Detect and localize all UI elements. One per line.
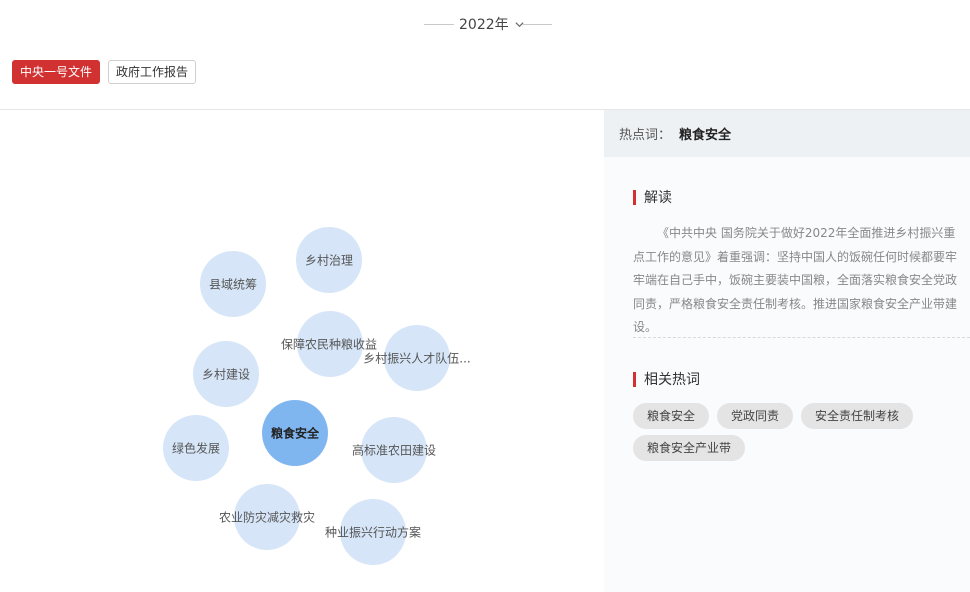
tab-central-document[interactable]: 中央一号文件 xyxy=(12,60,101,84)
keyword-bubble-cloud: 乡村治理 县域统筹 保障农民种粮收益 乡村振兴人才队伍... 乡村建设 绿色发展… xyxy=(0,110,604,592)
year-label: 2022年 xyxy=(459,17,509,33)
hot-keyword-label: 热点词： xyxy=(619,128,672,143)
related-tag[interactable]: 粮食安全 xyxy=(633,403,710,429)
bubble-rural-governance[interactable] xyxy=(296,227,362,293)
hot-keyword-header: 热点词： 粮食安全 xyxy=(604,110,970,157)
bubble-food-security[interactable] xyxy=(262,400,328,466)
related-tag[interactable]: 安全责任制考核 xyxy=(801,403,914,429)
year-bar: 2022年 xyxy=(0,0,970,48)
year-select[interactable]: 2022年 xyxy=(459,14,524,34)
related-title-text: 相关热词 xyxy=(644,372,700,388)
hot-keyword-value: 粮食安全 xyxy=(679,128,732,143)
section-divider xyxy=(633,337,970,338)
bubble-county-planning[interactable] xyxy=(200,251,266,317)
interpret-section-title: 解读 xyxy=(633,187,672,207)
interpret-title-text: 解读 xyxy=(644,190,672,206)
related-tag[interactable]: 党政同责 xyxy=(717,403,794,429)
bubble-grain-income[interactable] xyxy=(297,311,363,377)
keyword-detail-panel: 热点词： 粮食安全 解读 《中共中央 国务院关于做好2022年全面推进乡村振兴重… xyxy=(604,110,970,592)
bubble-talent-team[interactable] xyxy=(384,325,450,391)
interpret-text: 《中共中央 国务院关于做好2022年全面推进乡村振兴重点工作的意见》着重强调：坚… xyxy=(633,226,958,334)
document-tabs: 中央一号文件 政府工作报告 xyxy=(12,60,197,84)
year-divider-right xyxy=(522,24,552,25)
bubble-farmland-construction[interactable] xyxy=(361,417,427,483)
bubble-seed-industry[interactable] xyxy=(340,499,406,565)
bubble-rural-construction[interactable] xyxy=(193,341,259,407)
year-divider-left xyxy=(424,24,454,25)
section-marker xyxy=(633,189,636,205)
related-tag[interactable]: 粮食安全产业带 xyxy=(633,435,746,461)
related-tags: 粮食安全 党政同责 安全责任制考核 粮食安全产业带 xyxy=(633,403,963,461)
bubble-green-development[interactable] xyxy=(163,415,229,481)
related-section-title: 相关热词 xyxy=(633,369,700,389)
section-marker xyxy=(633,371,636,387)
bubble-disaster-prevention[interactable] xyxy=(234,484,300,550)
tab-government-report[interactable]: 政府工作报告 xyxy=(108,60,197,84)
